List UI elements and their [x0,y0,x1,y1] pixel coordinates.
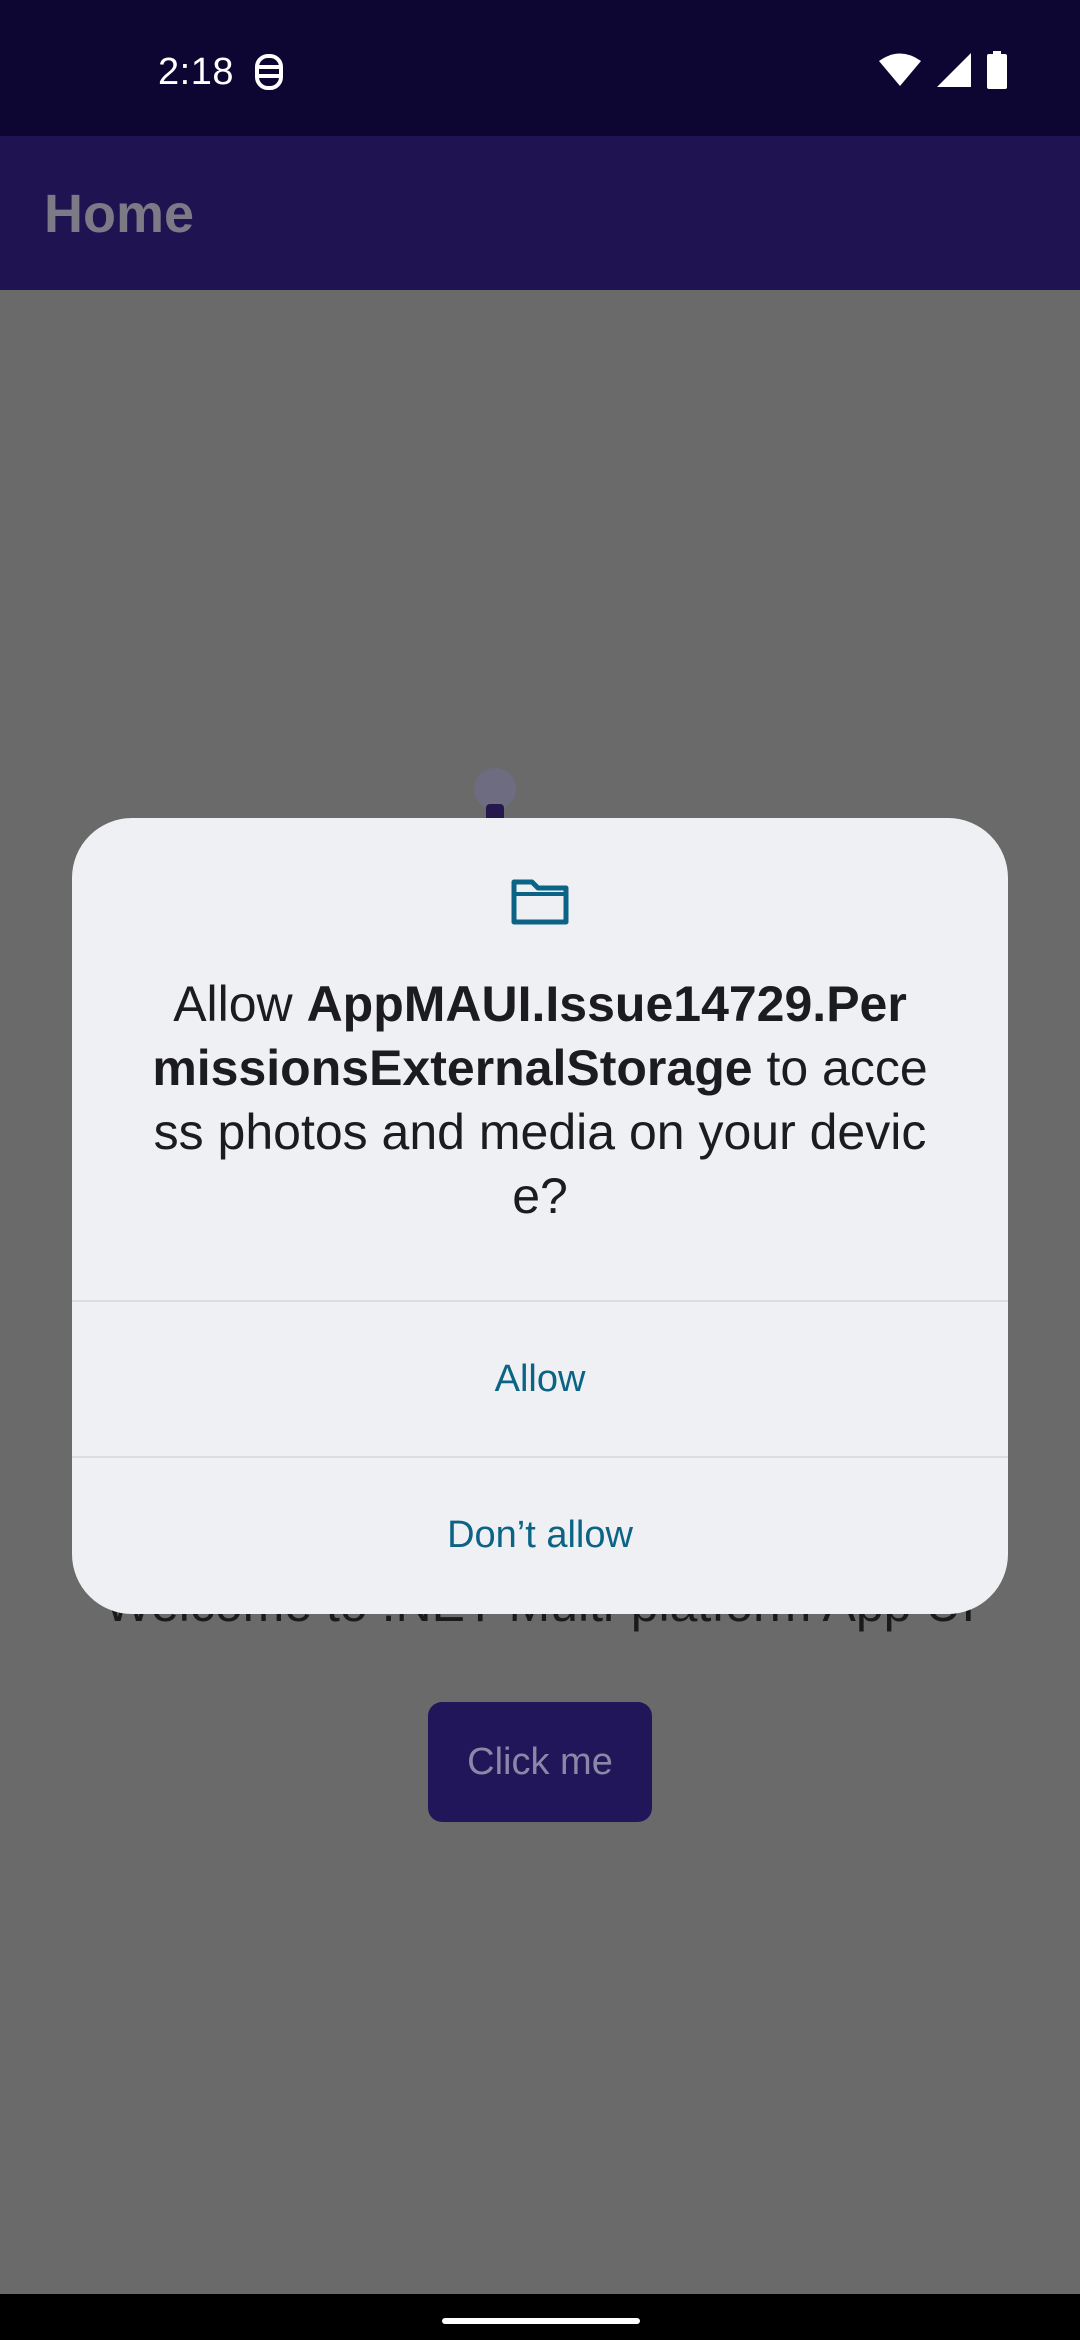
status-icons [878,50,1008,94]
navigation-bar [0,2294,1080,2340]
folder-icon [510,878,570,926]
permission-message: Allow AppMAUI.Issue14729.PermissionsExte… [152,972,928,1228]
app-bar: Home [0,136,1080,290]
click-me-button[interactable]: Click me [428,1702,652,1822]
cellular-signal-icon [936,52,972,93]
battery-icon [986,50,1008,94]
status-time: 2:18 [158,51,234,93]
allow-button[interactable]: Allow [72,1302,1008,1456]
accessibility-icon [252,52,286,92]
permission-dialog: Allow AppMAUI.Issue14729.PermissionsExte… [72,818,1008,1614]
wifi-icon [878,52,922,93]
page-title: Home [44,184,195,244]
home-gesture-handle[interactable] [442,2318,640,2324]
status-bar: 2:18 [0,0,1080,136]
dont-allow-button[interactable]: Don’t allow [72,1458,1008,1612]
message-prefix: Allow [173,976,307,1032]
